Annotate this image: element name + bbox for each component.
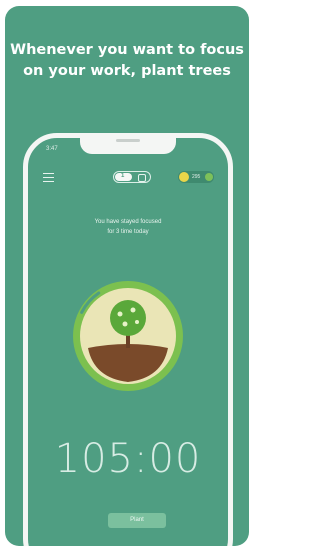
- phone-notch: [80, 133, 176, 154]
- headline-line-2: on your work, plant trees: [23, 63, 231, 79]
- focus-message: You have stayed focused for 3 time today: [68, 217, 188, 237]
- coin-count: 295: [192, 174, 201, 180]
- tag-icon: [138, 174, 146, 182]
- plus-icon[interactable]: [205, 173, 213, 181]
- toggle-label: 1: [121, 173, 125, 179]
- flower-dot: [130, 307, 136, 313]
- promo-headline: Whenever you want to focus on your work,…: [5, 40, 249, 82]
- headline-line-1: Whenever you want to focus: [10, 42, 244, 58]
- coin-icon: [179, 172, 189, 182]
- message-line-1: You have stayed focused: [94, 219, 162, 225]
- focus-timer: 105:00: [54, 436, 202, 482]
- mode-toggle[interactable]: 1: [113, 171, 151, 183]
- message-line-2: for 3 time today: [107, 229, 149, 235]
- speaker-grille: [116, 139, 140, 142]
- menu-icon[interactable]: [43, 173, 54, 183]
- phone-frame: 3:47 1 295 You have stayed focused for 3…: [23, 133, 233, 546]
- flower-dot: [122, 321, 128, 327]
- flower-dot: [117, 311, 123, 317]
- coin-counter[interactable]: 295: [178, 171, 214, 183]
- tree-canopy: [110, 300, 146, 336]
- status-bar-time: 3:47: [46, 146, 58, 152]
- plant-button[interactable]: Plant: [108, 513, 166, 528]
- flower-dot: [135, 320, 139, 324]
- app-screenshot-card: Whenever you want to focus on your work,…: [5, 6, 249, 546]
- tree-progress-ring[interactable]: [70, 278, 186, 394]
